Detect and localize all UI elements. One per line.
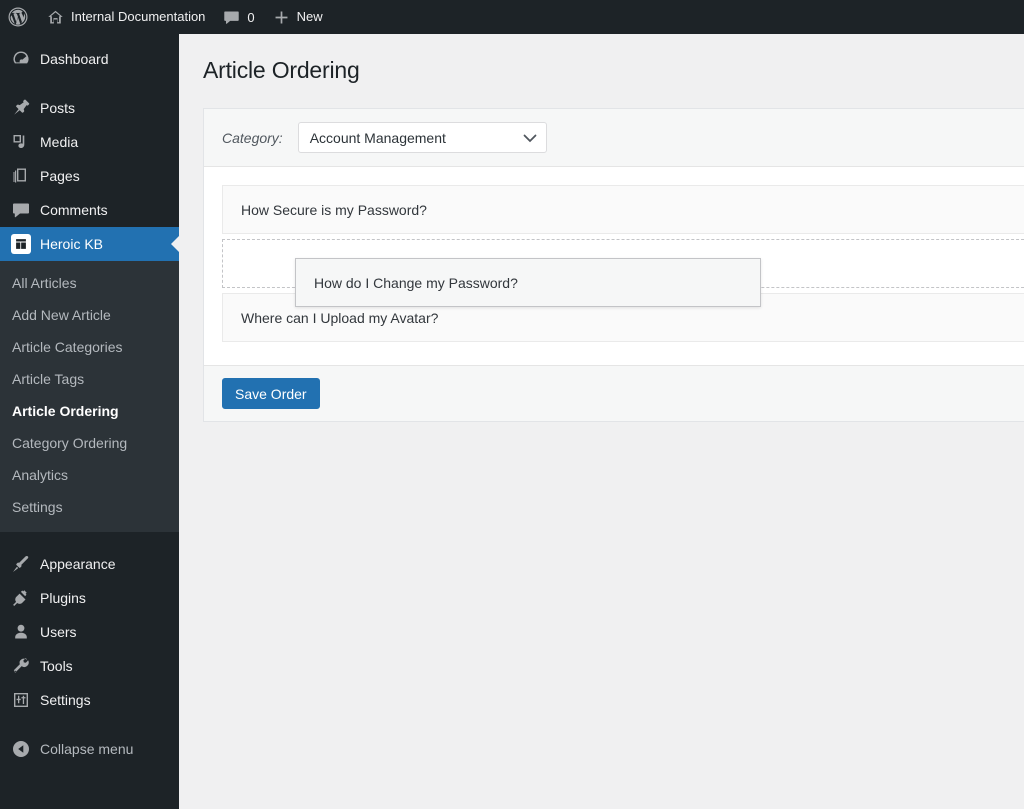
site-name-button[interactable]: Internal Documentation bbox=[38, 0, 214, 34]
sidebar-item-settings[interactable]: Settings bbox=[0, 683, 179, 717]
panel-header: Category: Account Management bbox=[204, 109, 1024, 167]
sidebar-item-all-articles[interactable]: All Articles bbox=[0, 267, 179, 299]
collapse-menu-label: Collapse menu bbox=[40, 741, 134, 757]
sidebar-divider bbox=[0, 532, 179, 547]
sidebar-item-dashboard[interactable]: Dashboard bbox=[0, 42, 179, 76]
sidebar-item-article-ordering[interactable]: Article Ordering bbox=[0, 395, 179, 427]
sliders-icon bbox=[11, 690, 31, 710]
sidebar-item-category-ordering[interactable]: Category Ordering bbox=[0, 427, 179, 459]
category-select-value: Account Management bbox=[309, 129, 446, 146]
sidebar-item-label: Dashboard bbox=[40, 51, 109, 67]
article-ordering-panel: Category: Account Management How Secure … bbox=[203, 108, 1024, 422]
plug-icon bbox=[11, 588, 31, 608]
main-content: Article Ordering Category: Account Manag… bbox=[179, 34, 1024, 809]
sidebar-item-analytics[interactable]: Analytics bbox=[0, 459, 179, 491]
sidebar-item-appearance[interactable]: Appearance bbox=[0, 547, 179, 581]
user-icon bbox=[11, 622, 31, 642]
panel-footer: Save Order bbox=[204, 365, 1024, 421]
sidebar-item-tools[interactable]: Tools bbox=[0, 649, 179, 683]
admin-bar: Internal Documentation 0 New bbox=[0, 0, 1024, 34]
sidebar-top-group: Dashboard Posts Media Pages Comments Her… bbox=[0, 34, 179, 766]
sidebar-item-label: Users bbox=[40, 624, 77, 640]
sortable-article-list[interactable]: How Secure is my Password? Where can I U… bbox=[222, 185, 1024, 342]
category-select[interactable]: Account Management bbox=[297, 122, 547, 153]
wordpress-logo-icon bbox=[8, 7, 28, 27]
comments-count: 0 bbox=[247, 9, 255, 25]
dashboard-gauge-icon bbox=[11, 49, 31, 69]
wordpress-logo-button[interactable] bbox=[0, 0, 38, 34]
sidebar-item-comments[interactable]: Comments bbox=[0, 193, 179, 227]
sidebar-item-add-new-article[interactable]: Add New Article bbox=[0, 299, 179, 331]
sidebar-item-users[interactable]: Users bbox=[0, 615, 179, 649]
sidebar-divider bbox=[0, 717, 179, 732]
sidebar-item-kb-settings[interactable]: Settings bbox=[0, 491, 179, 523]
sidebar-item-label: Plugins bbox=[40, 590, 86, 606]
arrow-left-circle-icon bbox=[11, 739, 31, 759]
new-content-button[interactable]: New bbox=[264, 0, 332, 34]
sidebar-item-heroic-kb[interactable]: Heroic KB bbox=[0, 227, 179, 261]
sidebar-item-label: Tools bbox=[40, 658, 73, 674]
sidebar-item-posts[interactable]: Posts bbox=[0, 91, 179, 125]
sidebar-item-label: Settings bbox=[40, 692, 91, 708]
sidebar-item-article-tags[interactable]: Article Tags bbox=[0, 363, 179, 395]
sidebar-item-label: Posts bbox=[40, 100, 76, 116]
pin-icon bbox=[11, 98, 31, 118]
comment-bubble-icon bbox=[223, 9, 240, 26]
sidebar-item-label: Appearance bbox=[40, 556, 116, 572]
sidebar-item-article-categories[interactable]: Article Categories bbox=[0, 331, 179, 363]
sidebar-item-plugins[interactable]: Plugins bbox=[0, 581, 179, 615]
save-order-button[interactable]: Save Order bbox=[222, 378, 320, 409]
new-content-label: New bbox=[296, 9, 323, 24]
chevron-down-icon bbox=[523, 134, 537, 143]
comments-button[interactable]: 0 bbox=[214, 0, 263, 34]
sidebar-item-label: Comments bbox=[40, 202, 108, 218]
sidebar-item-media[interactable]: Media bbox=[0, 125, 179, 159]
site-name-label: Internal Documentation bbox=[71, 9, 206, 24]
sidebar-item-pages[interactable]: Pages bbox=[0, 159, 179, 193]
heroic-kb-submenu: All Articles Add New Article Article Cat… bbox=[0, 261, 179, 532]
pages-icon bbox=[11, 166, 31, 186]
sidebar-item-label: Heroic KB bbox=[40, 236, 104, 252]
comment-bubble-icon bbox=[11, 200, 31, 220]
collapse-menu-button[interactable]: Collapse menu bbox=[0, 732, 179, 766]
dragged-list-item[interactable]: How do I Change my Password? bbox=[295, 258, 761, 307]
home-icon bbox=[47, 9, 64, 26]
heroic-kb-book-icon bbox=[11, 234, 31, 254]
category-label: Category: bbox=[222, 129, 283, 146]
media-photo-icon bbox=[11, 132, 31, 152]
sidebar-item-label: Media bbox=[40, 134, 79, 150]
sidebar-divider bbox=[0, 76, 179, 91]
paintbrush-icon bbox=[11, 554, 31, 574]
panel-body: How Secure is my Password? Where can I U… bbox=[204, 167, 1024, 365]
plus-icon bbox=[273, 9, 290, 26]
admin-sidebar: Dashboard Posts Media Pages Comments Her… bbox=[0, 34, 179, 809]
sidebar-item-label: Pages bbox=[40, 168, 80, 184]
page-title: Article Ordering bbox=[203, 57, 360, 83]
wrench-icon bbox=[11, 656, 31, 676]
list-item[interactable]: How Secure is my Password? bbox=[222, 185, 1024, 234]
